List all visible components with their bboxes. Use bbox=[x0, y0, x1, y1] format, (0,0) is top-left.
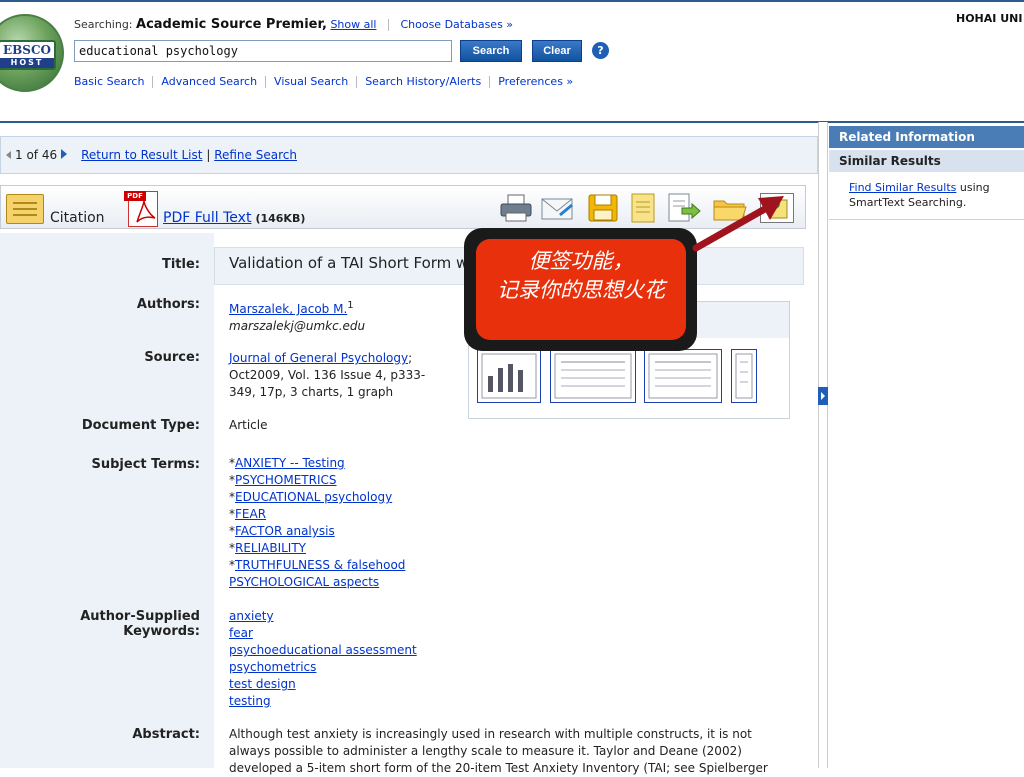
subject-term-link[interactable]: ANXIETY -- Testing bbox=[235, 456, 345, 470]
source-value: Journal of General Psychology; Oct2009, … bbox=[229, 351, 426, 399]
keyword-link[interactable]: anxiety bbox=[229, 608, 417, 625]
list-item: *ANXIETY -- Testing bbox=[229, 456, 345, 470]
page-thumbnail[interactable] bbox=[731, 349, 757, 403]
searching-info: Searching: Academic Source Premier, Show… bbox=[74, 17, 513, 32]
list-item: PSYCHOLOGICAL aspects bbox=[229, 574, 405, 591]
annotation-arrow bbox=[692, 196, 784, 252]
save-icon[interactable] bbox=[586, 193, 620, 223]
subject-terms-list: *ANXIETY -- Testing *PSYCHOMETRICS *EDUC… bbox=[229, 455, 405, 591]
divider: | bbox=[206, 148, 211, 162]
subject-term-link[interactable]: PSYCHOLOGICAL aspects bbox=[229, 575, 379, 589]
preferences-link[interactable]: Preferences » bbox=[498, 75, 573, 88]
record-position: 1 of 46 bbox=[15, 148, 58, 162]
advanced-search-link[interactable]: Advanced Search bbox=[161, 75, 257, 88]
email-icon[interactable] bbox=[540, 193, 574, 223]
keyword-link[interactable]: fear bbox=[229, 625, 417, 642]
abstract-label: Abstract: bbox=[132, 727, 200, 742]
divider bbox=[829, 219, 1024, 220]
document-type-label: Document Type: bbox=[81, 418, 200, 433]
divider bbox=[387, 19, 389, 31]
keyword-link[interactable]: psychometrics bbox=[229, 659, 417, 676]
source-label: Source: bbox=[144, 350, 200, 365]
list-item: *RELIABILITY bbox=[229, 541, 307, 555]
subject-term-link[interactable]: EDUCATIONAL psychology bbox=[235, 490, 392, 504]
next-record-icon[interactable] bbox=[61, 149, 68, 159]
record-title: Validation of a TAI Short Form w bbox=[229, 254, 469, 272]
clear-button[interactable]: Clear bbox=[532, 40, 582, 62]
source-detail: 349, 17p, 3 charts, 1 graph bbox=[229, 385, 394, 399]
help-icon[interactable]: ? bbox=[592, 42, 609, 59]
page-thumbnail[interactable] bbox=[550, 349, 636, 403]
collapse-panel-icon[interactable] bbox=[818, 387, 828, 405]
field-label-column bbox=[0, 233, 214, 768]
keyword-link[interactable]: testing bbox=[229, 693, 417, 710]
subject-term-link[interactable]: FEAR bbox=[235, 507, 266, 521]
subject-term-link[interactable]: RELIABILITY bbox=[235, 541, 306, 555]
subject-term-link[interactable]: TRUTHFULNESS & falsehood bbox=[235, 558, 405, 572]
subject-term-link[interactable]: PSYCHOMETRICS bbox=[235, 473, 337, 487]
smarttext-note: SmartText Searching. bbox=[849, 196, 967, 209]
list-item: *EDUCATIONAL psychology bbox=[229, 490, 393, 504]
header-divider bbox=[0, 121, 1024, 123]
find-similar-results-link[interactable]: Find Similar Results bbox=[849, 181, 956, 194]
institution-name: HOHAI UNI bbox=[956, 12, 1023, 25]
search-input[interactable] bbox=[74, 40, 452, 62]
similar-results-header: Similar Results bbox=[829, 150, 1024, 172]
show-all-link[interactable]: Show all bbox=[330, 18, 376, 31]
pdf-full-text-link[interactable]: PDF Full Text bbox=[163, 210, 251, 226]
list-item: *TRUTHFULNESS & falsehood bbox=[229, 558, 406, 572]
previous-record-icon[interactable] bbox=[6, 151, 11, 159]
document-type-value: Article bbox=[229, 418, 268, 432]
choose-databases-link[interactable]: Choose Databases » bbox=[400, 18, 513, 31]
list-item: *FEAR bbox=[229, 507, 267, 521]
search-mode-nav: Basic Search Advanced Search Visual Search… bbox=[74, 75, 573, 88]
keyword-link[interactable]: test design bbox=[229, 676, 417, 693]
return-to-result-list-link[interactable]: Return to Result List bbox=[81, 148, 202, 162]
source-detail: Oct2009, Vol. 136 Issue 4, p333- bbox=[229, 368, 426, 382]
pdf-file-size: (146KB) bbox=[255, 212, 306, 225]
list-item: *PSYCHOMETRICS bbox=[229, 473, 337, 487]
title-label: Title: bbox=[161, 257, 200, 272]
author-email: marszalekj@umkc.edu bbox=[229, 319, 366, 333]
searching-database: Academic Source Premier, bbox=[136, 17, 327, 32]
logo-subword: HOST bbox=[0, 58, 54, 68]
print-icon[interactable] bbox=[498, 193, 532, 223]
visual-search-link[interactable]: Visual Search bbox=[274, 75, 348, 88]
similar-results-body: Find Similar Results using SmartText Sea… bbox=[849, 181, 990, 209]
pdf-badge: PDF bbox=[124, 191, 146, 201]
result-navigation: 1 of 46 Return to Result List | Refine Se… bbox=[6, 148, 297, 162]
basic-search-link[interactable]: Basic Search bbox=[74, 75, 144, 88]
panel-splitter[interactable] bbox=[818, 122, 828, 768]
authors-value: Marszalek, Jacob M.1 marszalekj@umkc.edu bbox=[229, 297, 365, 335]
abstract-text: Although test anxiety is increasingly us… bbox=[229, 727, 768, 775]
page-thumbnail[interactable] bbox=[477, 349, 541, 403]
searching-prefix: Searching: bbox=[74, 18, 133, 31]
annotation-callout-text: 便签功能， 记录你的思想火花 bbox=[476, 239, 686, 340]
citation-tab[interactable]: Citation bbox=[50, 210, 105, 226]
journal-link[interactable]: Journal of General Psychology bbox=[229, 351, 408, 365]
search-history-link[interactable]: Search History/Alerts bbox=[365, 75, 481, 88]
keywords-label: Author-Supplied Keywords: bbox=[80, 609, 200, 639]
keywords-list: anxiety fear psychoeducational assessmen… bbox=[229, 608, 417, 710]
logo-wordmark: EBSCO bbox=[3, 43, 51, 57]
page-thumbnail[interactable] bbox=[644, 349, 722, 403]
refine-search-link[interactable]: Refine Search bbox=[214, 148, 297, 162]
author-affiliation-marker: 1 bbox=[347, 300, 354, 311]
related-information-header: Related Information bbox=[829, 126, 1024, 148]
search-button[interactable]: Search bbox=[460, 40, 522, 62]
authors-label: Authors: bbox=[136, 297, 200, 312]
subject-term-link[interactable]: FACTOR analysis bbox=[235, 524, 335, 538]
pdf-full-text: PDF Full Text (146KB) bbox=[163, 210, 305, 226]
citation-icon[interactable] bbox=[6, 194, 44, 224]
subject-terms-label: Subject Terms: bbox=[91, 457, 201, 472]
cite-icon[interactable] bbox=[626, 193, 660, 223]
list-item: *FACTOR analysis bbox=[229, 524, 335, 538]
author-link[interactable]: Marszalek, Jacob M. bbox=[229, 302, 347, 316]
keyword-link[interactable]: psychoeducational assessment bbox=[229, 642, 417, 659]
